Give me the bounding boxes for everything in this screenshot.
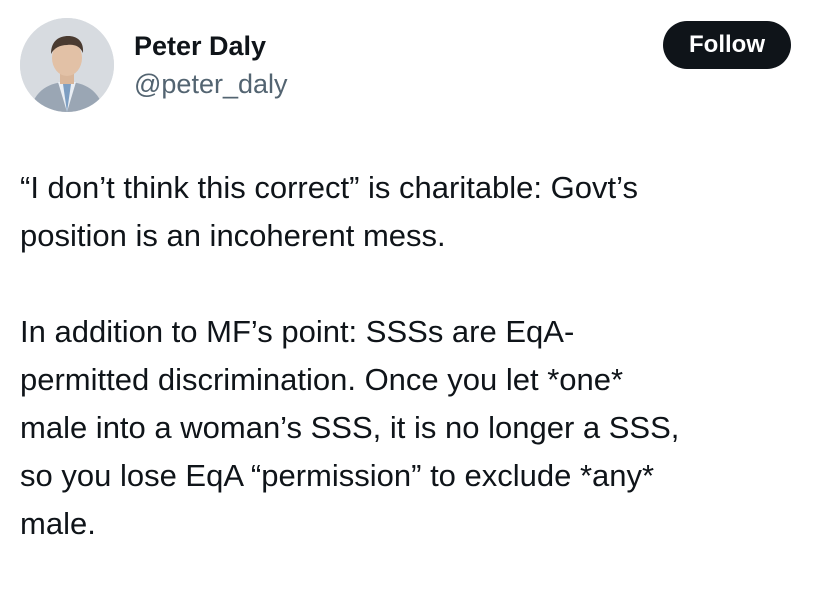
author-avatar[interactable] [20, 18, 114, 112]
tweet-line: “I don’t think this correct” is charitab… [20, 170, 638, 205]
tweet-line: position is an incoherent mess. [20, 218, 446, 253]
tweet-line: male. [20, 506, 96, 541]
profile-photo-icon [20, 18, 114, 112]
tweet-line: so you lose EqA “permission” to exclude … [20, 458, 655, 493]
tweet-line: permitted discrimination. Once you let *… [20, 362, 624, 397]
tweet-line: In addition to MF’s point: SSSs are EqA- [20, 314, 575, 349]
tweet-paragraph: In addition to MF’s point: SSSs are EqA-… [20, 308, 800, 548]
tweet-text: “I don’t think this correct” is charitab… [20, 164, 800, 548]
tweet-header: Peter Daly @peter_daly Follow [20, 18, 807, 114]
author-display-name[interactable]: Peter Daly [134, 30, 266, 62]
follow-button[interactable]: Follow [663, 21, 791, 69]
tweet-line: male into a woman’s SSS, it is no longer… [20, 410, 680, 445]
author-handle[interactable]: @peter_daly [134, 68, 288, 100]
tweet-paragraph: “I don’t think this correct” is charitab… [20, 164, 800, 260]
